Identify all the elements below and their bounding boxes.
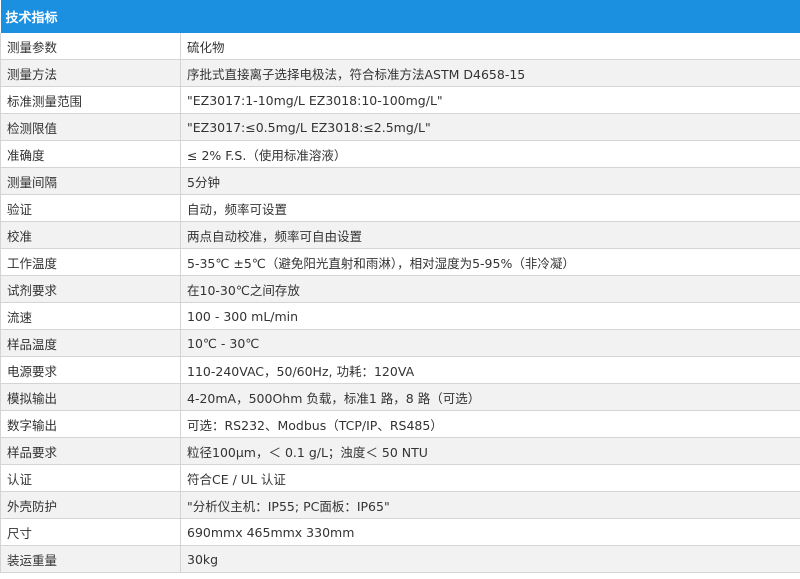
table-row: 准确度 ≤ 2% F.S.（使用标准溶液） [0, 140, 800, 168]
row-value: 10℃ - 30℃ [180, 329, 800, 357]
row-label: 校准 [0, 221, 181, 249]
row-label: 尺寸 [0, 518, 181, 546]
row-value: "EZ3017:≤0.5mg/L EZ3018:≤2.5mg/L" [180, 113, 800, 141]
row-value: 自动，频率可设置 [180, 194, 800, 222]
table-row: 标准测量范围 "EZ3017:1-10mg/L EZ3018:10-100mg/L… [0, 86, 800, 114]
row-label: 装运重量 [0, 545, 181, 573]
row-label: 测量方法 [0, 59, 181, 87]
row-label: 试剂要求 [0, 275, 181, 303]
table-row: 模拟输出 4-20mA，500Ohm 负载，标准1 路，8 路（可选） [0, 383, 800, 411]
row-value: 110-240VAC，50/60Hz, 功耗：120VA [180, 356, 800, 384]
row-value: 30kg [180, 545, 800, 573]
row-label: 电源要求 [0, 356, 181, 384]
spec-table-header: 技术指标 [0, 0, 800, 33]
row-value: 5分钟 [180, 167, 800, 195]
table-row: 测量间隔 5分钟 [0, 167, 800, 195]
row-label: 测量参数 [0, 33, 181, 60]
table-row: 样品要求 粒径100μm，＜ 0.1 g/L；浊度＜ 50 NTU [0, 437, 800, 465]
spec-table-body: 测量参数 硫化物 测量方法 序批式直接离子选择电极法，符合标准方法ASTM D465… [0, 33, 800, 573]
row-value: "EZ3017:1-10mg/L EZ3018:10-100mg/L" [180, 86, 800, 114]
row-value: 粒径100μm，＜ 0.1 g/L；浊度＜ 50 NTU [180, 437, 800, 465]
row-value: 在10-30℃之间存放 [180, 275, 800, 303]
row-label: 流速 [0, 302, 181, 330]
row-value: 100 - 300 mL/min [180, 302, 800, 330]
row-value: 690mmx 465mmx 330mm [180, 518, 800, 546]
row-label: 准确度 [0, 140, 181, 168]
row-label: 标准测量范围 [0, 86, 181, 114]
table-row: 电源要求 110-240VAC，50/60Hz, 功耗：120VA [0, 356, 800, 384]
row-value: 可选：RS232、Modbus（TCP/IP、RS485） [180, 410, 800, 438]
row-label: 模拟输出 [0, 383, 181, 411]
row-label: 检测限值 [0, 113, 181, 141]
table-row: 样品温度 10℃ - 30℃ [0, 329, 800, 357]
row-label: 数字输出 [0, 410, 181, 438]
table-row: 验证 自动，频率可设置 [0, 194, 800, 222]
table-row: 装运重量 30kg [0, 545, 800, 573]
row-label: 验证 [0, 194, 181, 222]
table-row: 外壳防护 "分析仪主机：IP55; PC面板：IP65" [0, 491, 800, 519]
table-title: 技术指标 [0, 0, 800, 33]
row-value: 两点自动校准，频率可自由设置 [180, 221, 800, 249]
row-label: 工作温度 [0, 248, 181, 276]
row-value: "分析仪主机：IP55; PC面板：IP65" [180, 491, 800, 519]
table-row: 检测限值 "EZ3017:≤0.5mg/L EZ3018:≤2.5mg/L" [0, 113, 800, 141]
table-row: 校准 两点自动校准，频率可自由设置 [0, 221, 800, 249]
table-row: 测量方法 序批式直接离子选择电极法，符合标准方法ASTM D4658-15 [0, 59, 800, 87]
table-row: 工作温度 5-35℃ ±5℃（避免阳光直射和雨淋），相对湿度为5-95%（非冷凝） [0, 248, 800, 276]
row-label: 样品温度 [0, 329, 181, 357]
table-row: 测量参数 硫化物 [0, 33, 800, 60]
table-row: 数字输出 可选：RS232、Modbus（TCP/IP、RS485） [0, 410, 800, 438]
row-value: 4-20mA，500Ohm 负载，标准1 路，8 路（可选） [180, 383, 800, 411]
table-row: 尺寸 690mmx 465mmx 330mm [0, 518, 800, 546]
row-label: 外壳防护 [0, 491, 181, 519]
row-value: ≤ 2% F.S.（使用标准溶液） [180, 140, 800, 168]
table-row: 流速 100 - 300 mL/min [0, 302, 800, 330]
row-value: 符合CE / UL 认证 [180, 464, 800, 492]
row-value: 硫化物 [180, 33, 800, 60]
table-row: 试剂要求 在10-30℃之间存放 [0, 275, 800, 303]
row-label: 认证 [0, 464, 181, 492]
row-label: 样品要求 [0, 437, 181, 465]
spec-table: 技术指标 测量参数 硫化物 测量方法 序批式直接离子选择电极法，符合标准方法ASTM… [0, 0, 800, 573]
row-value: 序批式直接离子选择电极法，符合标准方法ASTM D4658-15 [180, 59, 800, 87]
table-row: 认证 符合CE / UL 认证 [0, 464, 800, 492]
header-row: 技术指标 [0, 0, 800, 33]
row-label: 测量间隔 [0, 167, 181, 195]
row-value: 5-35℃ ±5℃（避免阳光直射和雨淋），相对湿度为5-95%（非冷凝） [180, 248, 800, 276]
